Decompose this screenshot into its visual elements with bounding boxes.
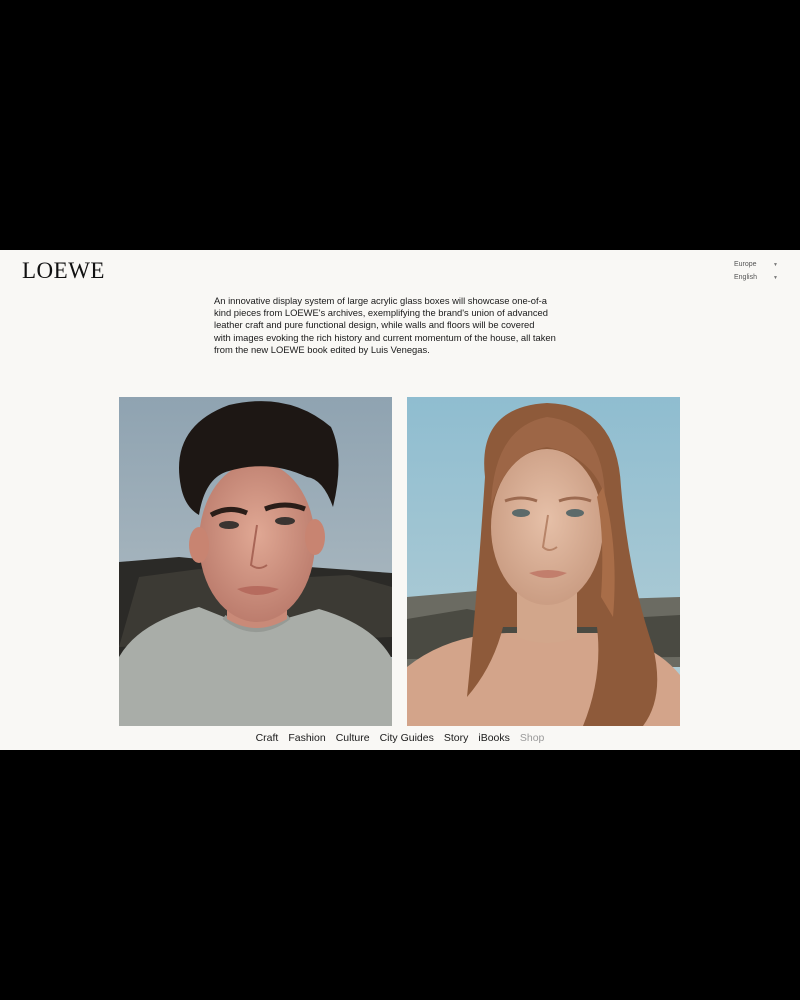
portrait-photo-woman bbox=[407, 397, 680, 726]
nav-item-culture[interactable]: Culture bbox=[336, 732, 370, 744]
bottom-navigation: Craft Fashion Culture City Guides Story … bbox=[0, 732, 800, 744]
region-selector[interactable]: Europe ▼ bbox=[734, 258, 778, 271]
nav-item-shop[interactable]: Shop bbox=[520, 732, 545, 744]
language-selector[interactable]: English ▼ bbox=[734, 271, 778, 284]
portrait-photo-man bbox=[119, 397, 392, 726]
chevron-down-icon: ▼ bbox=[773, 274, 778, 281]
region-label: Europe bbox=[734, 261, 757, 268]
locale-selectors: Europe ▼ English ▼ bbox=[734, 258, 778, 284]
nav-item-fashion[interactable]: Fashion bbox=[288, 732, 325, 744]
page: LOEWE Europe ▼ English ▼ An innovative d… bbox=[0, 250, 800, 750]
nav-item-ibooks[interactable]: iBooks bbox=[478, 732, 510, 744]
nav-item-city-guides[interactable]: City Guides bbox=[380, 732, 434, 744]
language-label: English bbox=[734, 274, 757, 281]
brand-logo[interactable]: LOEWE bbox=[22, 258, 105, 284]
chevron-down-icon: ▼ bbox=[773, 261, 778, 268]
nav-item-story[interactable]: Story bbox=[444, 732, 469, 744]
nav-item-craft[interactable]: Craft bbox=[256, 732, 279, 744]
intro-paragraph: An innovative display system of large ac… bbox=[214, 295, 556, 355]
